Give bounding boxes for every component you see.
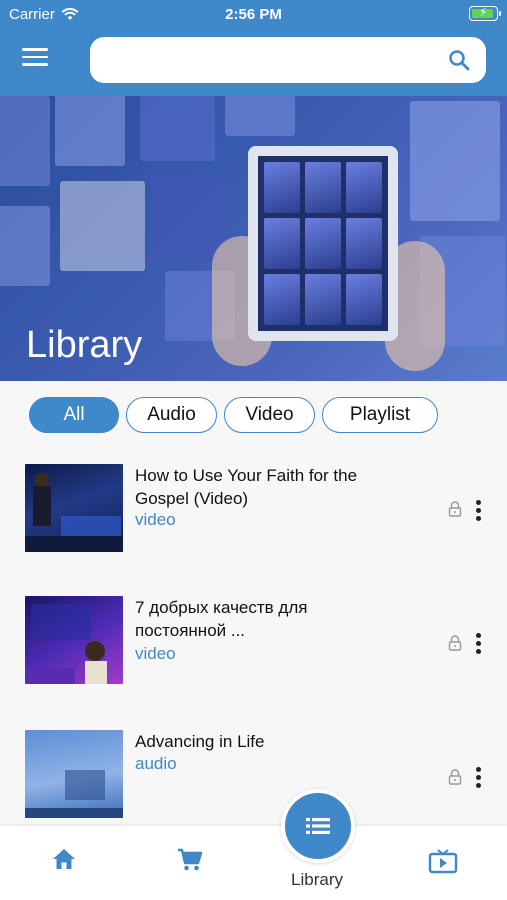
header: Carrier 2:56 PM ⚡ [0, 0, 507, 96]
battery-icon: ⚡ [469, 5, 501, 21]
item-title: How to Use Your Faith for the Gospel (Vi… [135, 466, 358, 508]
tab-library-label: Library [291, 870, 343, 889]
lock-icon [448, 769, 462, 785]
search-bar[interactable] [90, 37, 486, 83]
item-title: 7 добрых качеств для постоянной ... [135, 598, 308, 640]
list-item[interactable]: How to Use Your Faith for the Gospel (Vi… [0, 464, 507, 574]
tab-tv[interactable] [423, 848, 463, 878]
home-icon [53, 849, 75, 869]
tablet-image [248, 146, 398, 341]
item-type: video [135, 644, 176, 663]
tab-bar [0, 826, 507, 900]
search-icon[interactable] [448, 49, 470, 71]
tv-icon [428, 849, 458, 874]
search-input[interactable] [104, 37, 434, 83]
lock-icon [448, 501, 462, 517]
menu-icon [22, 48, 48, 51]
status-bar: Carrier 2:56 PM ⚡ [0, 0, 507, 28]
tab-home[interactable] [44, 848, 84, 878]
tab-store[interactable] [170, 848, 210, 878]
item-title: Advancing in Life [135, 732, 265, 751]
filter-audio[interactable]: Audio [126, 397, 217, 433]
item-thumbnail [25, 464, 123, 552]
item-thumbnail [25, 596, 123, 684]
more-vertical-icon[interactable] [476, 633, 482, 655]
lock-icon [448, 635, 462, 651]
cart-icon [178, 848, 203, 871]
list-item[interactable]: Advancing in Life audio [0, 730, 507, 840]
filter-playlist[interactable]: Playlist [322, 397, 438, 433]
hero-banner: Library [0, 96, 507, 381]
clock: 2:56 PM [225, 6, 282, 23]
tab-library[interactable] [281, 789, 355, 863]
item-type: video [135, 510, 176, 529]
more-vertical-icon[interactable] [476, 767, 482, 789]
menu-button[interactable] [22, 48, 48, 68]
filter-video[interactable]: Video [224, 397, 315, 433]
list-icon [306, 818, 330, 834]
page-title: Library [26, 324, 143, 366]
list-item[interactable]: 7 добрых качеств для постоянной ... vide… [0, 596, 507, 706]
item-type: audio [135, 754, 177, 773]
filter-all[interactable]: All [29, 397, 119, 433]
more-vertical-icon[interactable] [476, 500, 482, 522]
item-thumbnail [25, 730, 123, 818]
